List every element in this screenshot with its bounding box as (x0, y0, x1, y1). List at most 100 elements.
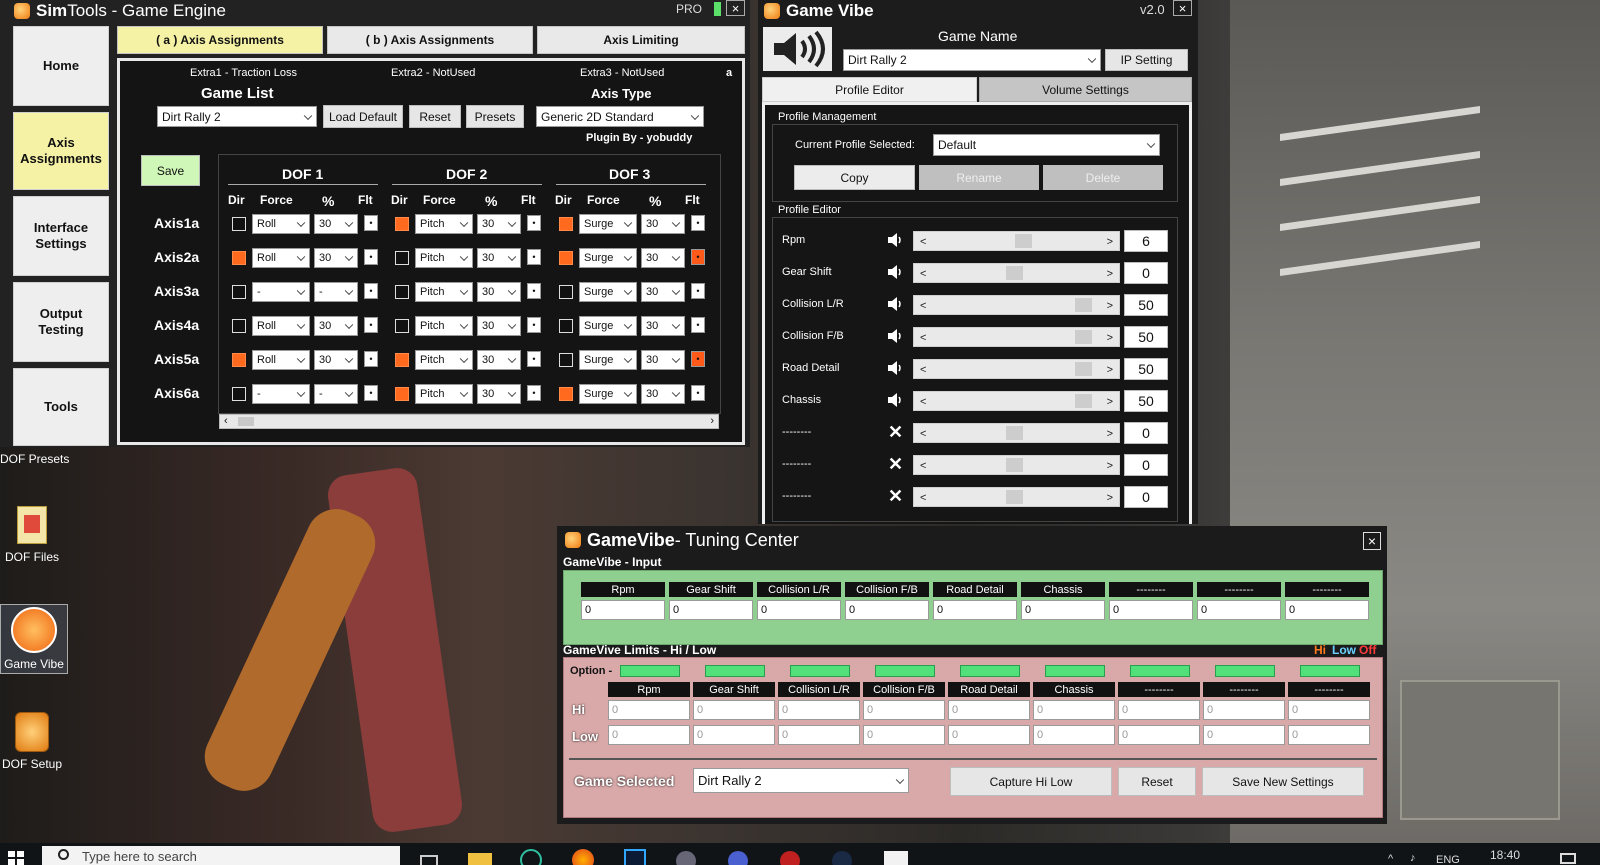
delete-button[interactable]: Delete (1043, 165, 1163, 190)
option-toggle[interactable] (875, 665, 935, 677)
slider-thumb[interactable] (1006, 266, 1023, 280)
force-select[interactable]: Surge (579, 248, 637, 268)
effect-value[interactable]: 0 (1124, 486, 1168, 508)
desktop-icon-dof-setup[interactable]: DOF Setup (0, 712, 64, 771)
hi-value-field[interactable]: 0 (863, 700, 945, 720)
percent-select[interactable]: 30 (314, 350, 358, 370)
option-toggle[interactable] (960, 665, 1020, 677)
filter-toggle[interactable]: • (527, 249, 541, 265)
game-name-select[interactable]: Dirt Rally 2 (843, 49, 1101, 71)
gamevibe-close-button[interactable]: × (1173, 0, 1192, 16)
percent-select[interactable]: 30 (314, 214, 358, 234)
notification-icon[interactable] (1560, 853, 1576, 864)
option-toggle[interactable] (1045, 665, 1105, 677)
effect-slider[interactable]: < > (913, 455, 1120, 475)
percent-select[interactable]: 30 (477, 214, 521, 234)
percent-select[interactable]: 30 (477, 316, 521, 336)
hi-value-field[interactable]: 0 (948, 700, 1030, 720)
effect-value[interactable]: 50 (1124, 294, 1168, 316)
load-default-button[interactable]: Load Default (323, 105, 403, 128)
force-select[interactable]: Surge (579, 214, 637, 234)
sidebar-interface-settings[interactable]: Interface Settings (13, 196, 109, 276)
firefox-icon[interactable] (572, 849, 594, 865)
tray-clock[interactable]: 18:40 (1490, 848, 1520, 862)
dir-checkbox[interactable] (232, 285, 246, 299)
hi-value-field[interactable]: 0 (778, 700, 860, 720)
input-value-field[interactable]: 0 (581, 600, 665, 620)
low-value-field[interactable]: 0 (1118, 725, 1200, 745)
filter-toggle[interactable]: • (364, 249, 378, 265)
low-value-field[interactable]: 0 (1203, 725, 1285, 745)
percent-select[interactable]: 30 (477, 350, 521, 370)
mute-x-icon[interactable]: ✕ (888, 455, 903, 473)
dir-checkbox[interactable] (232, 217, 246, 231)
option-toggle[interactable] (790, 665, 850, 677)
slider-right-icon[interactable]: > (1107, 332, 1113, 344)
percent-select[interactable]: 30 (477, 384, 521, 404)
gamevibe-taskbar-icon[interactable] (884, 851, 908, 865)
mute-x-icon[interactable]: ✕ (888, 423, 903, 441)
effect-value[interactable]: 50 (1124, 390, 1168, 412)
slider-right-icon[interactable]: > (1107, 460, 1113, 472)
desktop-icon-dof-files[interactable]: DOF Files (0, 506, 64, 564)
sidebar-home[interactable]: Home (13, 26, 109, 106)
slider-right-icon[interactable]: > (1107, 428, 1113, 440)
speaker-icon[interactable] (887, 328, 903, 344)
speaker-icon[interactable] (887, 392, 903, 408)
sidebar-axis-assignments[interactable]: Axis Assignments (13, 112, 109, 190)
slider-thumb[interactable] (1075, 394, 1092, 408)
ip-setting-button[interactable]: IP Setting (1105, 49, 1188, 71)
game-list-select[interactable]: Dirt Rally 2 (157, 106, 317, 127)
option-toggle[interactable] (1215, 665, 1275, 677)
simtools-close-button[interactable]: × (726, 0, 745, 16)
slider-right-icon[interactable]: > (1107, 364, 1113, 376)
force-select[interactable]: Pitch (415, 316, 473, 336)
low-value-field[interactable]: 0 (1033, 725, 1115, 745)
tab-axis-a[interactable]: ( a ) Axis Assignments (117, 26, 323, 54)
percent-select[interactable]: 30 (641, 248, 685, 268)
percent-select[interactable]: 30 (641, 282, 685, 302)
filter-toggle[interactable]: • (527, 317, 541, 333)
effect-slider[interactable]: < > (913, 359, 1120, 379)
slider-left-icon[interactable]: < (920, 332, 926, 344)
mute-x-icon[interactable]: ✕ (888, 487, 903, 505)
scroll-right-icon[interactable]: › (710, 415, 714, 427)
force-select[interactable]: Roll (252, 214, 310, 234)
force-select[interactable]: Pitch (415, 282, 473, 302)
current-profile-select[interactable]: Default (933, 134, 1160, 156)
slider-left-icon[interactable]: < (920, 268, 926, 280)
percent-select[interactable]: 30 (314, 248, 358, 268)
tray-volume-icon[interactable]: ♪ (1410, 852, 1416, 864)
slider-thumb[interactable] (1015, 234, 1032, 248)
dir-checkbox[interactable] (395, 319, 409, 333)
tray-language[interactable]: ENG (1436, 854, 1460, 865)
effect-slider[interactable]: < > (913, 231, 1120, 251)
percent-select[interactable]: 30 (641, 384, 685, 404)
horizontal-scrollbar[interactable]: ‹ › (219, 414, 719, 429)
tab-profile-editor[interactable]: Profile Editor (762, 77, 977, 102)
sidebar-tools[interactable]: Tools (13, 368, 109, 446)
speaker-icon[interactable] (887, 360, 903, 376)
effect-value[interactable]: 0 (1124, 454, 1168, 476)
percent-select[interactable]: - (314, 384, 358, 404)
filter-toggle[interactable]: • (364, 215, 378, 231)
filter-toggle[interactable]: • (691, 317, 705, 333)
force-select[interactable]: Surge (579, 384, 637, 404)
filter-toggle[interactable]: • (527, 351, 541, 367)
input-value-field[interactable]: 0 (1285, 600, 1369, 620)
effect-value[interactable]: 50 (1124, 358, 1168, 380)
start-button[interactable] (8, 851, 24, 865)
filter-toggle[interactable]: • (364, 385, 378, 401)
slider-thumb[interactable] (1075, 330, 1092, 344)
percent-select[interactable]: - (314, 282, 358, 302)
filter-toggle[interactable]: • (364, 317, 378, 333)
slider-right-icon[interactable]: > (1107, 300, 1113, 312)
dir-checkbox[interactable] (395, 387, 409, 401)
force-select[interactable]: Pitch (415, 350, 473, 370)
slider-left-icon[interactable]: < (920, 428, 926, 440)
input-value-field[interactable]: 0 (757, 600, 841, 620)
slider-right-icon[interactable]: > (1107, 396, 1113, 408)
filter-toggle[interactable]: • (691, 283, 705, 299)
dir-checkbox[interactable] (395, 285, 409, 299)
hi-value-field[interactable]: 0 (608, 700, 690, 720)
